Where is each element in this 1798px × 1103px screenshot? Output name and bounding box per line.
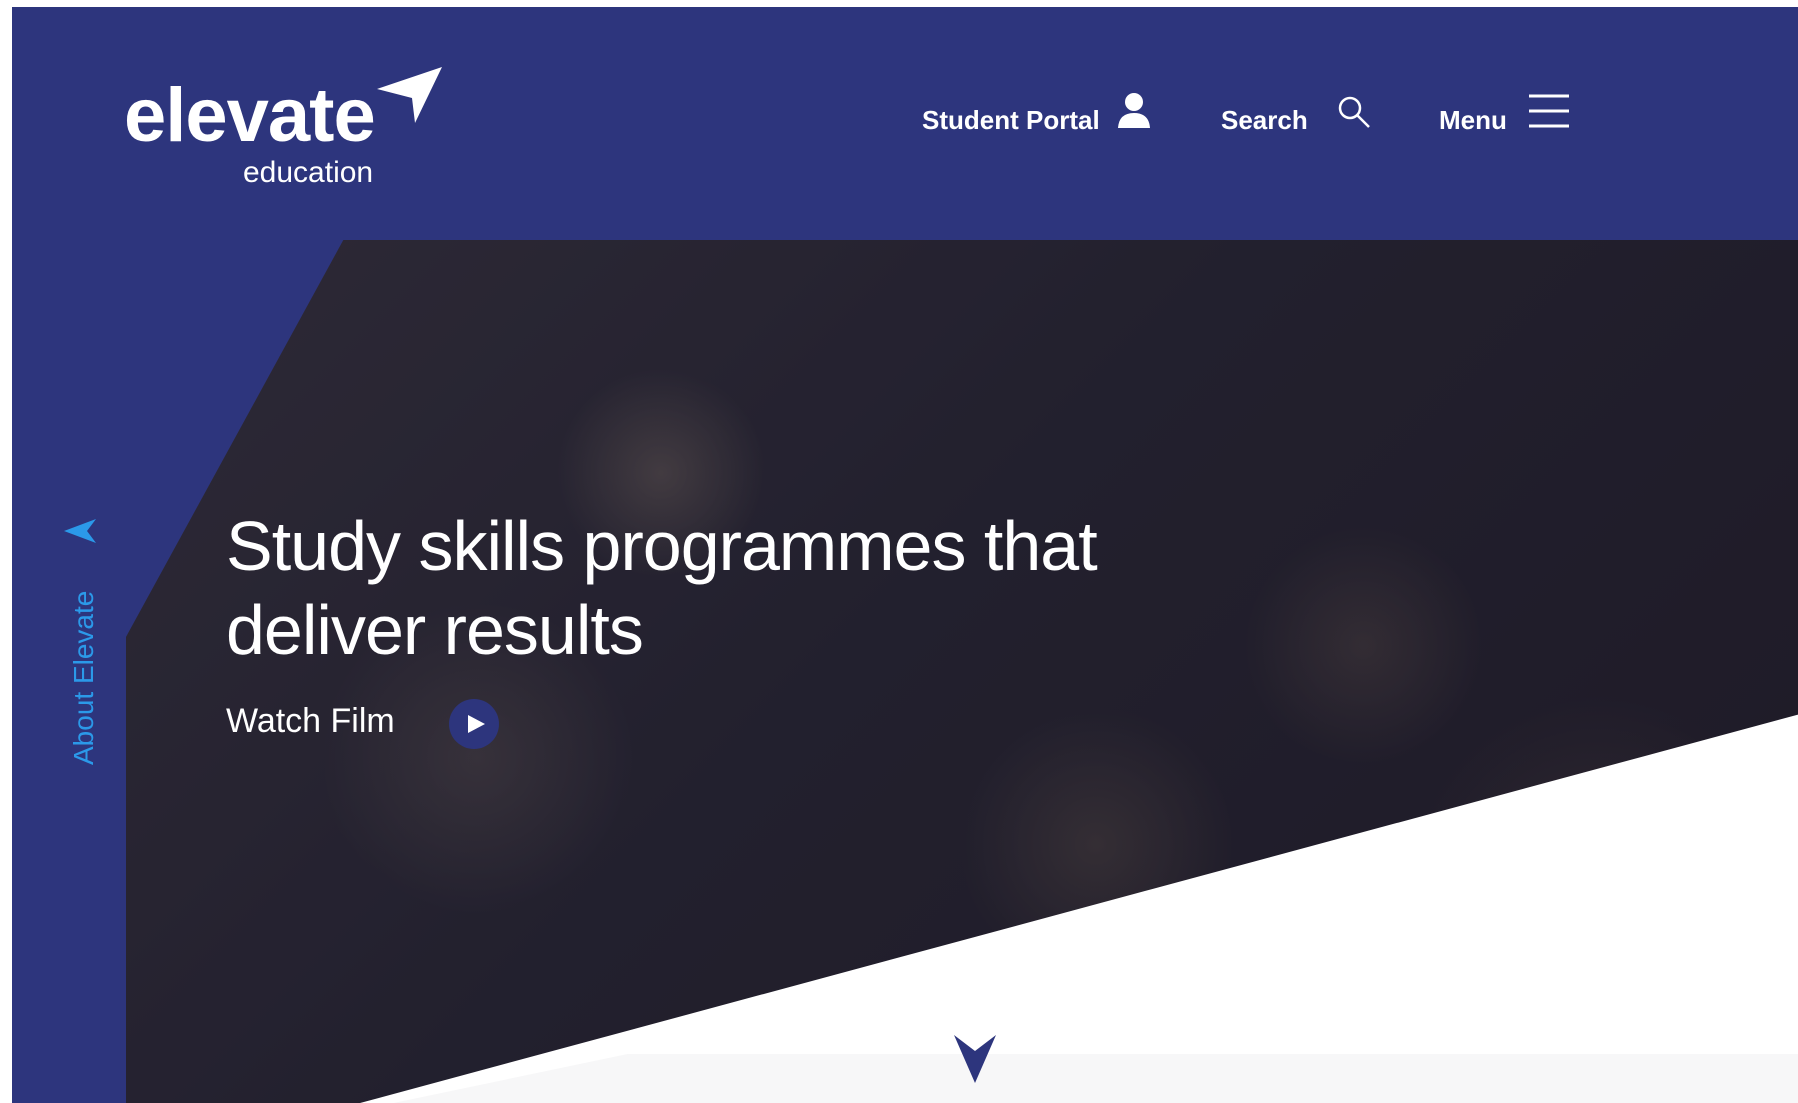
headline-line2: deliver results (226, 591, 644, 669)
arrow-left-icon (64, 519, 96, 543)
site-frame: elevate education Student Portal Search … (12, 7, 1798, 1103)
user-icon[interactable] (1117, 92, 1151, 128)
logo-word: elevate (124, 73, 376, 158)
watch-film-link[interactable]: Watch Film (226, 704, 395, 738)
elevate-logo[interactable]: elevate education (124, 67, 444, 192)
hero-headline: Study skills programmes that deliver res… (226, 504, 1226, 672)
search-link[interactable]: Search (1221, 107, 1308, 133)
chevron-down-icon[interactable] (954, 1035, 996, 1083)
paper-plane-icon (377, 67, 442, 123)
play-button[interactable] (449, 699, 499, 749)
menu-link[interactable]: Menu (1439, 107, 1507, 133)
header: elevate education Student Portal Search … (12, 7, 1798, 240)
student-portal-link[interactable]: Student Portal (922, 107, 1100, 133)
logo-sub: education (243, 156, 374, 189)
about-elevate-tab[interactable]: About Elevate (68, 575, 100, 765)
headline-line1: Study skills programmes that (226, 507, 1098, 585)
hamburger-icon[interactable] (1529, 93, 1569, 129)
search-icon[interactable] (1337, 95, 1371, 129)
